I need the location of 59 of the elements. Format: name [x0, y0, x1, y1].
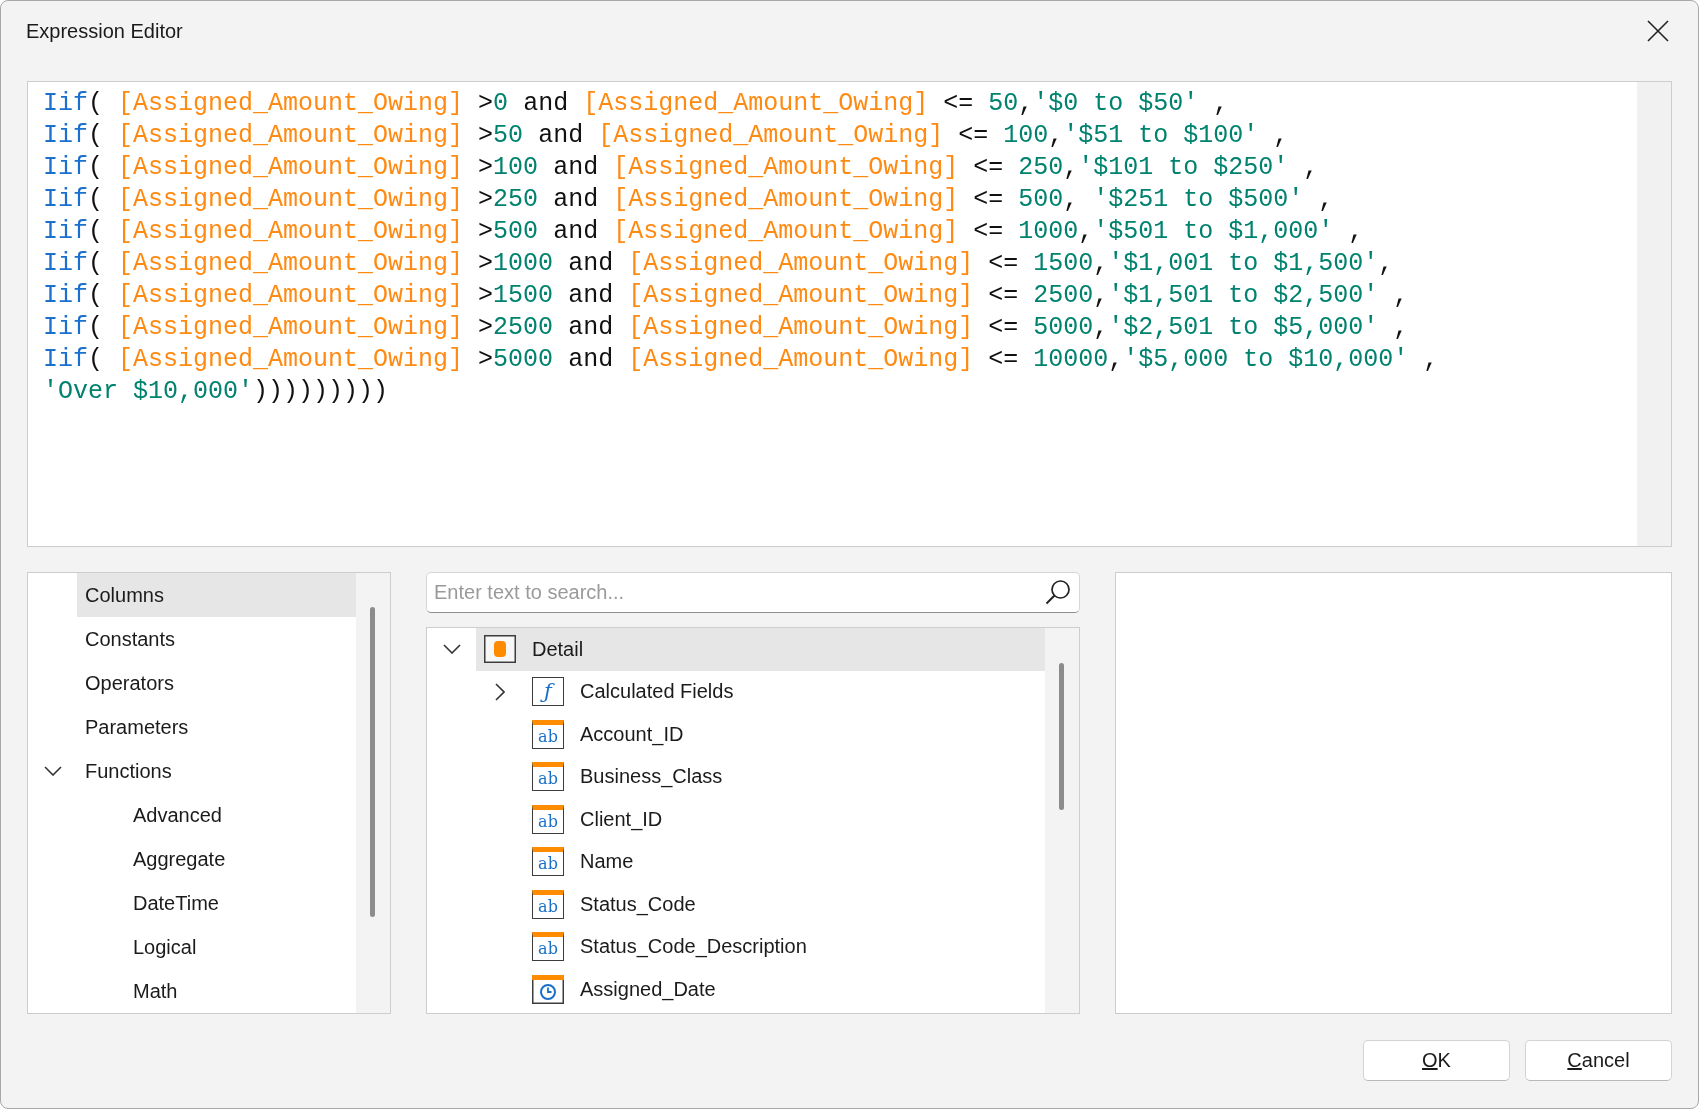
- function-icon: ƒ: [532, 677, 564, 707]
- item-label: Status_Code_Description: [580, 935, 807, 959]
- item-label: Detail: [532, 637, 584, 661]
- item-label: Calculated Fields: [580, 680, 734, 704]
- tree-item[interactable]: Operators: [77, 661, 356, 705]
- tree-item[interactable]: ab Status_Code: [524, 883, 1045, 926]
- code-line: 'Over $10,000'))))))))): [43, 376, 389, 408]
- item-label: Assigned_Date: [580, 977, 716, 1001]
- code-line: Iif( [Assigned_Amount_Owing] >500 and [Assigned_Amount_Owing] <= 1000,'$501 to $1,000' ,: [43, 216, 1364, 248]
- code-line: Iif( [Assigned_Amount_Owing] >50 and [Assigned_Amount_Owing] <= 100,'$51 to $100' ,: [43, 120, 1289, 152]
- tree-item[interactable]: ƒ Calculated Fields: [524, 670, 1045, 713]
- item-label: Name: [580, 850, 634, 874]
- tree-item[interactable]: ab Status_Code_Description: [524, 925, 1045, 968]
- text-type-icon: ab: [532, 847, 564, 877]
- tree-item[interactable]: Logical: [125, 925, 356, 969]
- clock-icon: [532, 974, 564, 1004]
- dialog-button[interactable]: OK: [1363, 1040, 1510, 1081]
- text-type-icon: ab: [532, 889, 564, 919]
- code-line: Iif( [Assigned_Amount_Owing] >2500 and [Assigned_Amount_Owing] <= 5000,'$2,501 to $5,000' ,: [43, 312, 1409, 344]
- tree-item[interactable]: Math: [125, 969, 356, 1013]
- tree-item[interactable]: Assigned_Date: [524, 968, 1045, 1011]
- tree-item[interactable]: Detail: [476, 628, 1045, 671]
- close-icon: [1647, 20, 1669, 42]
- scrollbar-thumb[interactable]: [1059, 663, 1064, 810]
- chevron-down-icon[interactable]: [442, 644, 461, 655]
- tree-item[interactable]: Constants: [77, 617, 356, 661]
- data-source-icon: [484, 635, 516, 664]
- tree-item[interactable]: ab Account_ID: [524, 713, 1045, 756]
- item-label: Client_ID: [580, 807, 663, 831]
- window-title: Expression Editor: [26, 19, 183, 43]
- chevron-right-icon[interactable]: [494, 682, 505, 701]
- tree-item[interactable]: Parameters: [77, 705, 356, 749]
- tree-item[interactable]: DateTime: [125, 881, 356, 925]
- code-line: Iif( [Assigned_Amount_Owing] >100 and [Assigned_Amount_Owing] <= 250,'$101 to $250' ,: [43, 152, 1319, 184]
- chevron-down-icon[interactable]: [43, 766, 62, 776]
- dialog-button[interactable]: Cancel: [1525, 1040, 1672, 1081]
- tree-item[interactable]: ab Client_ID: [524, 798, 1045, 841]
- tree-item[interactable]: Columns: [77, 573, 356, 617]
- code-line: Iif( [Assigned_Amount_Owing] >5000 and [Assigned_Amount_Owing] <= 10000,'$5,000 to $10,000' ,: [43, 344, 1439, 376]
- tree-item[interactable]: Aggregate: [125, 837, 356, 881]
- item-label: Status_Code: [580, 892, 696, 916]
- code-line: Iif( [Assigned_Amount_Owing] >1500 and [Assigned_Amount_Owing] <= 2500,'$1,501 to $2,500' ,: [43, 280, 1409, 312]
- search-field[interactable]: Enter text to search...: [426, 572, 1080, 613]
- tree-item[interactable]: Advanced: [125, 793, 356, 837]
- text-type-icon: ab: [532, 804, 564, 834]
- text-type-icon: ab: [532, 719, 564, 749]
- tree-item[interactable]: Functions: [77, 749, 356, 793]
- item-label: Business_Class: [580, 765, 723, 789]
- search-icon[interactable]: [1045, 579, 1071, 605]
- tree-item[interactable]: ab Business_Class: [524, 755, 1045, 798]
- text-type-icon: ab: [532, 932, 564, 962]
- item-label: Account_ID: [580, 722, 684, 746]
- code-line: Iif( [Assigned_Amount_Owing] >1000 and [Assigned_Amount_Owing] <= 1500,'$1,001 to $1,500',: [43, 248, 1394, 280]
- expression-editor[interactable]: [27, 81, 1672, 547]
- tree-item[interactable]: ab Name: [524, 840, 1045, 883]
- code-line: Iif( [Assigned_Amount_Owing] >250 and [Assigned_Amount_Owing] <= 500, '$251 to $500' ,: [43, 184, 1334, 216]
- scrollbar-thumb[interactable]: [370, 607, 375, 917]
- code-line: Iif( [Assigned_Amount_Owing] >0 and [Assigned_Amount_Owing] <= 50,'$0 to $50' ,: [43, 88, 1229, 120]
- text-type-icon: ab: [532, 762, 564, 792]
